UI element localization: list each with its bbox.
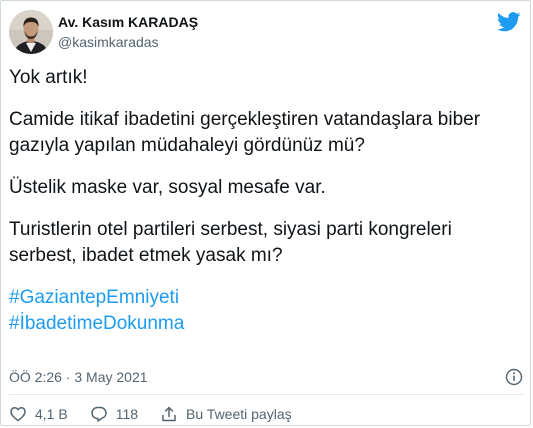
hashtag-link[interactable]: #GaziantepEmniyeti bbox=[9, 285, 519, 311]
reply-count: 118 bbox=[115, 406, 139, 422]
tweet-paragraph: Turistlerin otel partileri serbest, siya… bbox=[9, 219, 452, 266]
reply-icon bbox=[90, 406, 107, 422]
tweet-paragraph: Camide itikaf ibadetini gerçekleştiren v… bbox=[9, 109, 481, 156]
tweet-paragraph: Üstelik maske var, sosyal mesafe var. bbox=[9, 177, 326, 198]
like-button[interactable]: 4,1 B bbox=[9, 405, 68, 423]
hashtag-link[interactable]: #İbadetimeDokunma bbox=[9, 311, 519, 337]
tweet-text: Yok artık! Camide itikaf ibadetini gerçe… bbox=[9, 65, 519, 337]
tweet-card: Av. Kasım KARADAŞ @kasimkaradas Yok artı… bbox=[0, 0, 531, 426]
author-handle[interactable]: @kasimkaradas bbox=[58, 34, 159, 50]
tweet-paragraph: Yok artık! bbox=[9, 67, 88, 88]
author-name[interactable]: Av. Kasım KARADAŞ bbox=[58, 14, 198, 30]
like-count: 4,1 B bbox=[35, 406, 68, 422]
action-bar: 4,1 B 118 Bu Tweeti paylaş bbox=[9, 404, 314, 424]
tweet-timestamp[interactable]: ÖÖ 2:26 · 3 May 2021 bbox=[9, 367, 148, 387]
timestamp-row: ÖÖ 2:26 · 3 May 2021 bbox=[9, 367, 523, 387]
avatar[interactable] bbox=[9, 10, 53, 54]
share-icon bbox=[162, 406, 176, 422]
info-icon[interactable] bbox=[505, 368, 523, 386]
heart-icon bbox=[10, 407, 26, 422]
hashtag-list: #GaziantepEmniyeti #İbadetimeDokunma bbox=[9, 285, 519, 337]
divider bbox=[9, 394, 523, 395]
twitter-bird-icon[interactable] bbox=[496, 12, 521, 32]
share-label: Bu Tweeti paylaş bbox=[186, 406, 292, 422]
share-button[interactable]: Bu Tweeti paylaş bbox=[160, 405, 292, 423]
reply-button[interactable]: 118 bbox=[90, 405, 138, 423]
